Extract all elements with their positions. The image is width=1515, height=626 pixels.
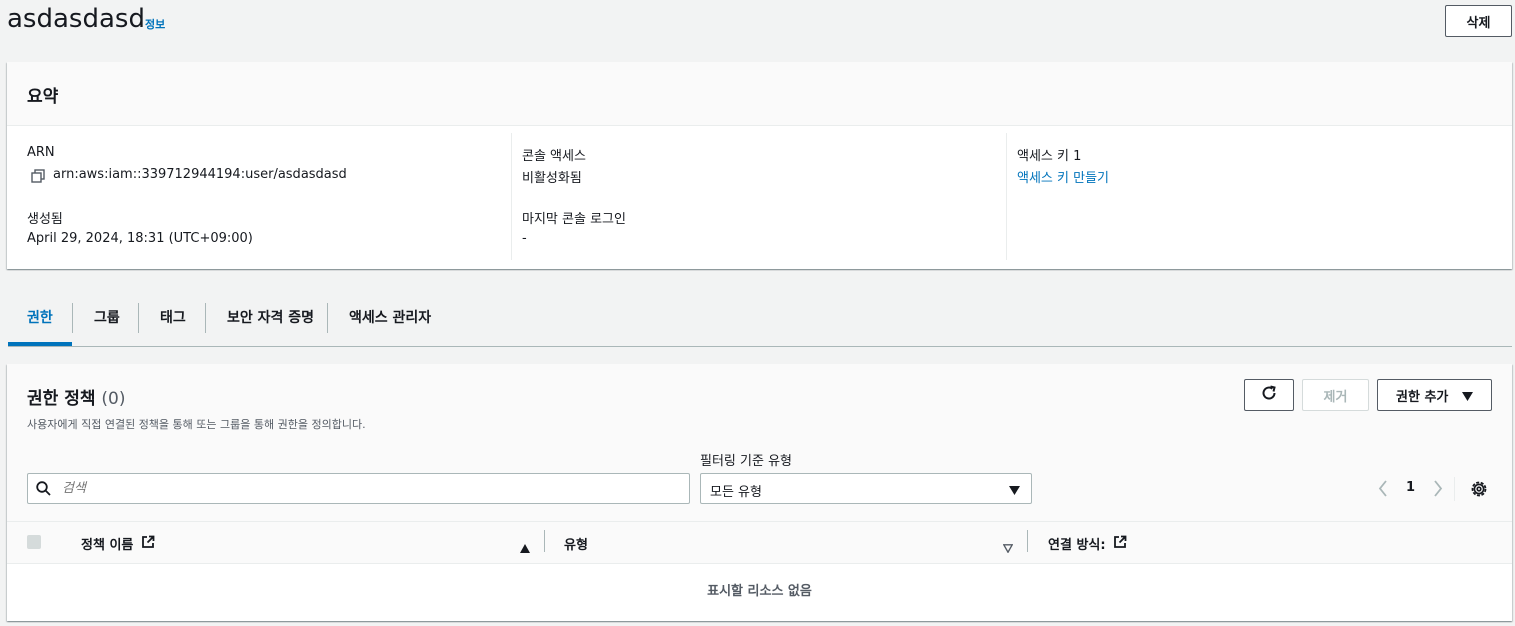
- tab-access-advisor[interactable]: 액세스 관리자: [349, 303, 431, 345]
- delete-button[interactable]: 삭제: [1445, 5, 1512, 37]
- sort-descending-icon[interactable]: [1002, 538, 1014, 557]
- permissions-description: 사용자에게 직접 연결된 정책을 통해 또는 그룹을 통해 권한을 정의합니다.: [27, 418, 366, 431]
- tab-permissions[interactable]: 권한: [27, 303, 53, 345]
- last-login-value: -: [522, 231, 527, 246]
- add-permissions-button[interactable]: 권한 추가: [1377, 379, 1492, 411]
- filter-type-select[interactable]: 모든 유형: [700, 473, 1032, 504]
- table-header: 정책 이름 유형 연결 방식:: [7, 521, 1512, 564]
- empty-state-message: 표시할 리소스 없음: [707, 584, 812, 599]
- access-key-label: 액세스 키 1: [1017, 149, 1082, 164]
- last-login-label: 마지막 콘솔 로그인: [522, 212, 626, 227]
- current-page[interactable]: 1: [1406, 480, 1415, 495]
- sort-ascending-icon[interactable]: [520, 538, 530, 557]
- tabs-baseline: [8, 346, 1512, 347]
- refresh-icon: [1260, 384, 1278, 406]
- column-type[interactable]: 유형: [564, 534, 588, 553]
- permissions-count: (0): [101, 389, 126, 409]
- info-link[interactable]: 정보: [145, 16, 165, 32]
- select-all-checkbox[interactable]: [27, 535, 41, 549]
- active-tab-indicator: [8, 342, 72, 346]
- arn-label: ARN: [27, 145, 55, 160]
- tab-separator: [138, 303, 139, 333]
- tab-separator: [72, 303, 73, 333]
- created-label: 생성됨: [27, 212, 63, 227]
- page-title: asdasdasd: [7, 4, 145, 34]
- column-separator: [1027, 530, 1028, 552]
- tab-groups[interactable]: 그룹: [94, 303, 120, 345]
- filter-type-value: 모든 유형: [710, 485, 762, 500]
- summary-title: 요약: [27, 87, 59, 107]
- column-policy-name-label: 정책 이름: [81, 538, 134, 553]
- created-value: April 29, 2024, 18:31 (UTC+09:00): [27, 231, 253, 246]
- column-attached-via[interactable]: 연결 방식:: [1048, 534, 1127, 553]
- pager-divider: [1454, 477, 1455, 501]
- summary-panel: 요약 ARN arn:aws:iam::339712944194:user/as…: [7, 62, 1512, 269]
- tab-separator: [205, 303, 206, 333]
- console-access-label: 콘솔 액세스: [522, 149, 586, 164]
- refresh-button[interactable]: [1244, 379, 1294, 411]
- external-link-icon: [141, 535, 155, 553]
- column-policy-name[interactable]: 정책 이름: [81, 534, 155, 553]
- tab-security-credentials[interactable]: 보안 자격 증명: [227, 303, 314, 345]
- chevron-right-icon[interactable]: [1433, 480, 1443, 501]
- create-access-key-link[interactable]: 액세스 키 만들기: [1017, 167, 1109, 186]
- add-permissions-label: 권한 추가: [1396, 389, 1449, 405]
- column-attached-via-label: 연결 방식:: [1048, 538, 1106, 553]
- summary-header: [7, 62, 1512, 126]
- permissions-title-text: 권한 정책: [27, 389, 96, 409]
- search-input[interactable]: [60, 480, 664, 497]
- permissions-panel: 권한 정책 (0) 사용자에게 직접 연결된 정책을 통해 또는 그룹을 통해 …: [7, 364, 1512, 621]
- tab-separator: [327, 303, 328, 333]
- caret-down-icon: [1462, 390, 1473, 405]
- chevron-left-icon[interactable]: [1378, 480, 1388, 501]
- console-access-value: 비활성화됨: [522, 171, 582, 186]
- caret-down-icon: [1009, 484, 1020, 499]
- filter-type-label: 필터링 기준 유형: [700, 454, 792, 469]
- copy-icon[interactable]: [31, 168, 45, 183]
- arn-value: arn:aws:iam::339712944194:user/asdasdasd: [53, 167, 347, 182]
- search-field[interactable]: [27, 473, 690, 504]
- column-divider: [1006, 133, 1007, 260]
- permissions-title: 권한 정책 (0): [27, 384, 126, 409]
- column-separator: [544, 530, 545, 552]
- remove-button[interactable]: 제거: [1302, 379, 1369, 411]
- settings-gear-icon[interactable]: [1470, 480, 1488, 502]
- tab-tags[interactable]: 태그: [160, 303, 186, 345]
- search-icon: [36, 481, 51, 500]
- external-link-icon: [1113, 535, 1127, 553]
- column-divider: [511, 133, 512, 260]
